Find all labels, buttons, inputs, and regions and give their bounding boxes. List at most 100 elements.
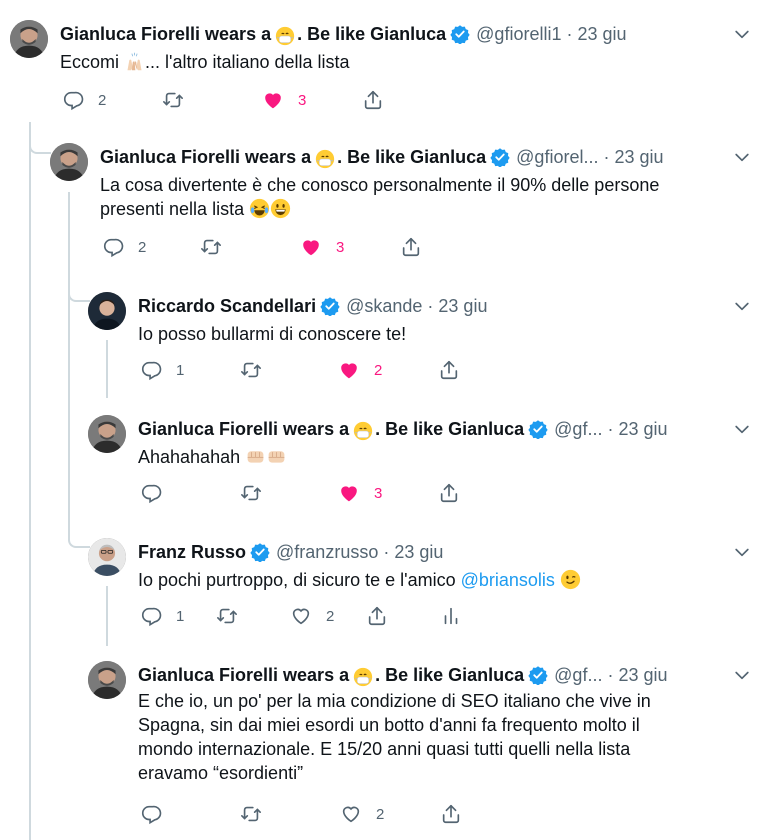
- reply-icon: [140, 605, 162, 627]
- like-button[interactable]: 2: [290, 604, 334, 628]
- share-icon: [366, 605, 388, 627]
- tweet-header: Gianluca Fiorelli wears a . Be like Gian…: [138, 417, 754, 441]
- raising-hands-emoji-icon: [124, 51, 145, 72]
- chevron-down-icon[interactable]: [732, 542, 752, 562]
- tweet-date[interactable]: 23 giu: [618, 419, 667, 440]
- author-handle[interactable]: @gf...: [554, 665, 602, 686]
- tweet-date[interactable]: 23 giu: [438, 296, 487, 317]
- tweet-text-line: mondo internazionale. E 15/20 anni quasi…: [138, 739, 631, 759]
- tweet[interactable]: Riccardo Scandellari @skande · 23 giu Io…: [88, 292, 774, 392]
- author-name[interactable]: Gianluca Fiorelli wears a: [60, 24, 271, 45]
- avatar[interactable]: [88, 292, 126, 330]
- verified-badge-icon: [490, 147, 510, 167]
- author-name-tail[interactable]: . Be like Gianluca: [375, 665, 524, 686]
- reply-button[interactable]: 1: [140, 358, 184, 382]
- avatar[interactable]: [88, 661, 126, 699]
- tweet[interactable]: Gianluca Fiorelli wears a . Be like Gian…: [88, 661, 774, 840]
- analytics-button[interactable]: [440, 604, 462, 628]
- thread-elbow-3: [68, 516, 90, 548]
- chevron-down-icon[interactable]: [732, 24, 752, 44]
- share-button[interactable]: [440, 802, 462, 826]
- reply-button[interactable]: 2: [102, 235, 146, 259]
- share-button[interactable]: [400, 235, 422, 259]
- author-handle[interactable]: @franzrusso: [276, 542, 378, 563]
- chevron-down-icon[interactable]: [732, 419, 752, 439]
- fist-bump-emoji-icon: [266, 446, 287, 467]
- like-button[interactable]: 3: [300, 235, 344, 259]
- reply-count: 2: [98, 91, 107, 109]
- author-name-tail[interactable]: . Be like Gianluca: [297, 24, 446, 45]
- like-count: 2: [374, 361, 383, 379]
- tweet-date[interactable]: 23 giu: [394, 542, 443, 563]
- retweet-button[interactable]: [240, 358, 262, 382]
- tweet-header: Riccardo Scandellari @skande · 23 giu: [138, 294, 754, 318]
- author-handle[interactable]: @gfiorel...: [516, 147, 598, 168]
- like-button[interactable]: 2: [340, 802, 384, 826]
- avatar[interactable]: [10, 20, 48, 58]
- retweet-button[interactable]: [216, 604, 238, 628]
- author-name[interactable]: Riccardo Scandellari: [138, 296, 316, 317]
- share-button[interactable]: [362, 88, 384, 112]
- avatar[interactable]: [88, 415, 126, 453]
- tweet-actions: 2 3: [60, 88, 420, 112]
- tweet-text: Io posso bullarmi di conoscere te!: [138, 324, 407, 344]
- author-handle[interactable]: @gf...: [554, 419, 602, 440]
- tweet-text-line: La cosa divertente è che conosco persona…: [100, 175, 660, 195]
- reply-button[interactable]: [140, 802, 162, 826]
- chevron-down-icon[interactable]: [732, 665, 752, 685]
- avatar[interactable]: [50, 143, 88, 181]
- tweet-date[interactable]: 23 giu: [618, 665, 667, 686]
- tweet-actions: 1 2: [138, 604, 518, 628]
- retweet-button[interactable]: [200, 235, 222, 259]
- tweet-text-line: presenti nella lista: [100, 197, 754, 221]
- share-button[interactable]: [366, 604, 388, 628]
- retweet-icon: [240, 803, 262, 825]
- like-count: 2: [326, 607, 335, 625]
- tweet[interactable]: Franz Russo @franzrusso · 23 giu Io poch…: [88, 538, 774, 638]
- like-button[interactable]: 3: [338, 481, 382, 505]
- heart-filled-icon: [262, 89, 284, 111]
- author-name[interactable]: Gianluca Fiorelli wears a: [100, 147, 311, 168]
- tweet-date[interactable]: 23 giu: [577, 24, 626, 45]
- tweet-header: Franz Russo @franzrusso · 23 giu: [138, 540, 754, 564]
- like-count: 3: [374, 484, 383, 502]
- tweet[interactable]: Gianluca Fiorelli wears a . Be like Gian…: [50, 143, 774, 268]
- retweet-icon: [162, 89, 184, 111]
- reply-button[interactable]: [140, 481, 162, 505]
- tweet[interactable]: Gianluca Fiorelli wears a . Be like Gian…: [10, 20, 774, 120]
- share-button[interactable]: [438, 358, 460, 382]
- mention-link[interactable]: @briansolis: [461, 570, 555, 590]
- tweet-text-part: Ahahahahah: [138, 447, 246, 467]
- tweet[interactable]: Gianluca Fiorelli wears a . Be like Gian…: [88, 415, 774, 515]
- author-name-tail[interactable]: . Be like Gianluca: [375, 419, 524, 440]
- author-name[interactable]: Franz Russo: [138, 542, 246, 563]
- tweet-text-part: Io pochi purtroppo, di sicuro te e l'ami…: [138, 570, 461, 590]
- author-name-tail[interactable]: . Be like Gianluca: [337, 147, 486, 168]
- thread-line-root: [29, 122, 31, 840]
- retweet-button[interactable]: [240, 481, 262, 505]
- separator-dot: ·: [607, 664, 614, 685]
- retweet-button[interactable]: [240, 802, 262, 826]
- avatar[interactable]: [88, 538, 126, 576]
- share-icon: [362, 89, 384, 111]
- separator-dot: ·: [607, 418, 614, 439]
- chevron-down-icon[interactable]: [732, 296, 752, 316]
- like-button[interactable]: 2: [338, 358, 382, 382]
- tweet-text-line: E che io, un po' per la mia condizione d…: [138, 691, 651, 711]
- retweet-button[interactable]: [162, 88, 184, 112]
- tweet-header: Gianluca Fiorelli wears a . Be like Gian…: [138, 663, 754, 687]
- reply-button[interactable]: 2: [62, 88, 106, 112]
- reply-icon: [140, 803, 162, 825]
- chevron-down-icon[interactable]: [732, 147, 752, 167]
- author-handle[interactable]: @skande: [346, 296, 422, 317]
- tweet-date[interactable]: 23 giu: [614, 147, 663, 168]
- author-handle[interactable]: @gfiorelli1: [476, 24, 561, 45]
- reply-button[interactable]: 1: [140, 604, 184, 628]
- share-button[interactable]: [438, 481, 460, 505]
- mask-emoji-icon: [275, 26, 295, 46]
- author-name[interactable]: Gianluca Fiorelli wears a: [138, 419, 349, 440]
- like-button[interactable]: 3: [262, 88, 306, 112]
- retweet-icon: [240, 482, 262, 504]
- heart-filled-icon: [300, 236, 322, 258]
- author-name[interactable]: Gianluca Fiorelli wears a: [138, 665, 349, 686]
